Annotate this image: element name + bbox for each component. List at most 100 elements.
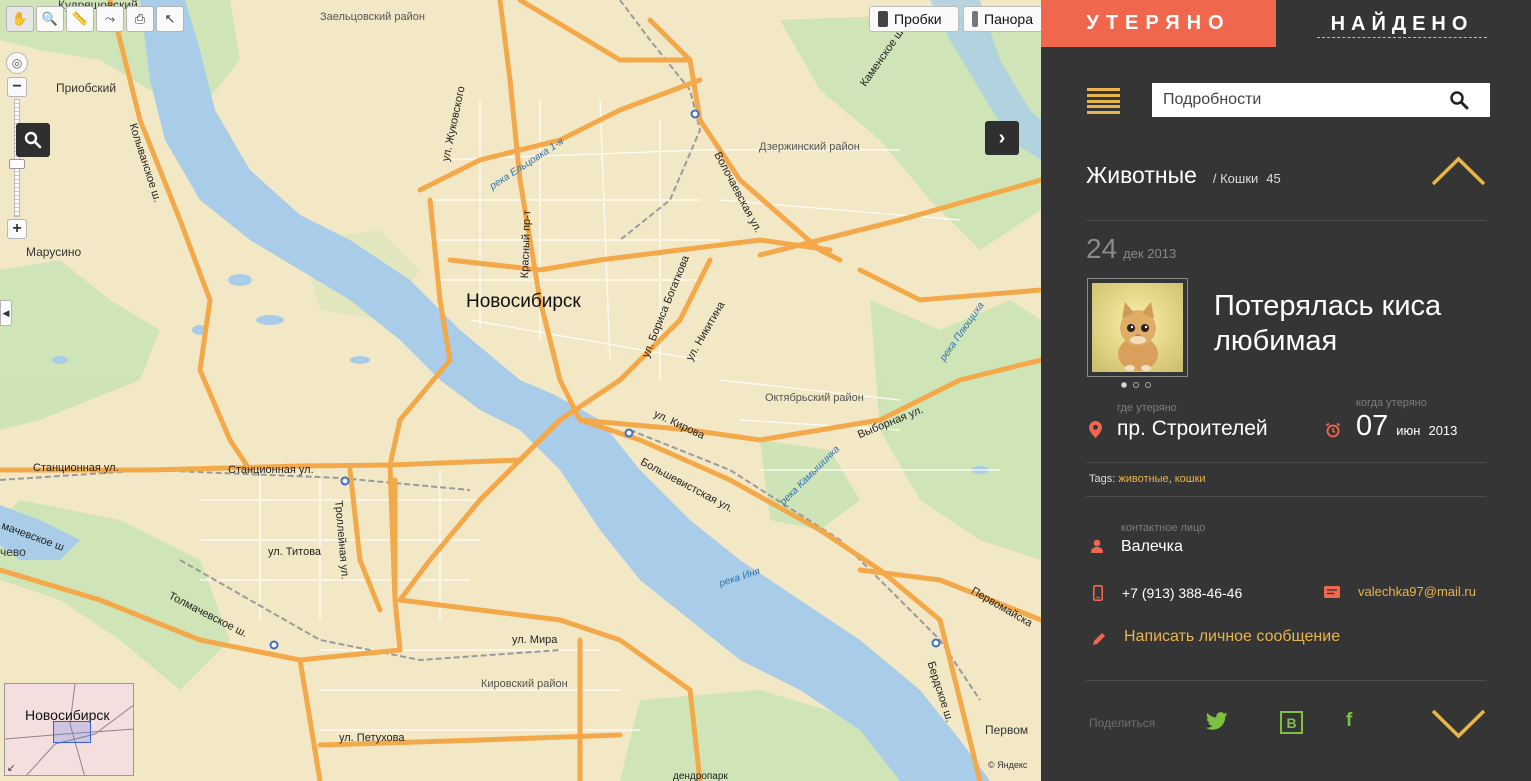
traffic-label: Пробки (894, 11, 942, 27)
street-label: ул. Мира (512, 634, 558, 646)
share-label: Поделиться (1089, 716, 1156, 730)
tag-link[interactable]: животные (1118, 473, 1168, 485)
details-panel: УТЕРЯНО НАЙДЕНО Животные / Кошки 45 24 д… (1041, 0, 1531, 781)
chevron-down-icon[interactable] (1431, 708, 1486, 740)
zoom-rail (14, 99, 20, 217)
map-toolbar: ✋ 🔍 📏 ⤳ ⎙ ↖ (6, 6, 184, 32)
divider (1086, 462, 1486, 463)
divider (1086, 496, 1486, 497)
street-label: дендропарк (673, 771, 728, 781)
divider (1086, 220, 1486, 221)
search-icon[interactable] (1442, 83, 1476, 117)
tabs: УТЕРЯНО НАЙДЕНО (1041, 0, 1531, 47)
post-date: 24 дек 2013 (1086, 233, 1176, 265)
panorama-button[interactable]: Панора (963, 6, 1041, 32)
settlement-label: Первом (985, 723, 1029, 737)
search-bar (1152, 83, 1490, 117)
location-pin-icon (1089, 421, 1102, 438)
map-view[interactable]: Заельцовский район Дзержинский район Окт… (0, 0, 1041, 781)
when-day: 07 (1356, 410, 1389, 442)
pager-dot[interactable] (1133, 382, 1139, 388)
alarm-clock-icon (1325, 422, 1341, 438)
category-count: 45 (1266, 171, 1281, 186)
city-label: Новосибирск (466, 291, 581, 312)
category-breadcrumb: Животные / Кошки 45 (1086, 162, 1281, 189)
tags-row: Tags: животные, кошки (1089, 473, 1206, 485)
street-label: Красный пр-т (519, 209, 534, 279)
email-link[interactable]: valechka97@mail.ru (1358, 584, 1476, 599)
district-label: Дзержинский район (759, 141, 860, 153)
panorama-icon (972, 11, 979, 27)
kitten-image (1092, 283, 1183, 372)
pager-dot[interactable] (1121, 382, 1127, 388)
search-icon (24, 131, 42, 149)
district-label: Заельцовский район (320, 11, 425, 23)
traffic-button[interactable]: Пробки (869, 6, 959, 32)
district-label: Октябрьский район (765, 392, 864, 404)
photo-pager (1121, 382, 1151, 388)
map-search-button[interactable] (16, 123, 50, 157)
locate-icon[interactable]: ◎ (6, 52, 28, 74)
tab-lost[interactable]: УТЕРЯНО (1041, 0, 1276, 47)
minimap-viewport[interactable] (53, 721, 91, 743)
panorama-label: Панора (984, 11, 1033, 27)
twitter-icon[interactable] (1206, 712, 1228, 730)
phone-icon (1093, 585, 1103, 601)
when-year: 2013 (1428, 423, 1458, 438)
email-icon (1324, 586, 1340, 598)
traffic-light-icon (878, 11, 888, 27)
when-label: когда утеряно (1356, 397, 1427, 409)
chevron-right-icon[interactable]: › (985, 121, 1019, 155)
tags-label: Tags: (1089, 473, 1116, 485)
subcategory[interactable]: / Кошки (1213, 171, 1258, 186)
contact-name: Валечка (1121, 538, 1183, 555)
settlement-label: Марусино (26, 245, 82, 259)
collapse-left-icon[interactable]: ◀ (0, 300, 12, 326)
street-label: Станционная ул. (33, 462, 119, 474)
zoom-slider[interactable] (7, 99, 27, 217)
ruler-icon[interactable]: 📏 (66, 6, 94, 32)
when-value: 07 июн 2013 (1356, 410, 1457, 443)
minimap[interactable]: Новосибирск ↙ (4, 683, 134, 776)
street-label: ул. Петухова (339, 732, 405, 744)
copyright[interactable]: © Яндекс (988, 760, 1027, 770)
magnifier-icon[interactable]: 🔍 (36, 6, 64, 32)
route-icon[interactable]: ⤳ (96, 6, 124, 32)
menu-icon[interactable] (1087, 88, 1120, 114)
where-label: где утеряно (1117, 402, 1177, 414)
zoom-knob[interactable] (9, 159, 25, 169)
phone-number[interactable]: +7 (913) 388-46-46 (1122, 585, 1242, 601)
pager-dot[interactable] (1145, 382, 1151, 388)
category-title[interactable]: Животные (1086, 162, 1197, 189)
kitten-illustration (1117, 302, 1158, 371)
vk-icon[interactable]: B (1280, 711, 1303, 734)
zoom-in-button[interactable]: + (7, 219, 27, 239)
district-label: Кировский район (481, 678, 568, 690)
print-icon[interactable]: ⎙ (126, 6, 154, 32)
post-date-month: дек 2013 (1123, 246, 1177, 261)
street-label: Станционная ул. (228, 464, 314, 476)
send-message-link[interactable]: Написать личное сообщение (1124, 628, 1340, 646)
when-month: июн (1396, 423, 1421, 438)
pet-photo[interactable] (1087, 278, 1188, 377)
facebook-icon[interactable]: f (1346, 710, 1352, 732)
minimap-resize-icon[interactable]: ↙ (7, 763, 15, 774)
search-input[interactable] (1152, 85, 1442, 115)
pencil-icon (1093, 633, 1105, 645)
street-label: ул. Титова (268, 546, 322, 558)
divider (1086, 680, 1486, 681)
post-date-day: 24 (1086, 233, 1118, 264)
settlement-label: Приобский (56, 81, 117, 95)
map-canvas[interactable] (0, 0, 1041, 781)
hand-icon[interactable]: ✋ (6, 6, 34, 32)
zoom-out-button[interactable]: − (7, 77, 27, 97)
tab-found[interactable]: НАЙДЕНО (1317, 12, 1487, 38)
post-title: Потерялась киса любимая (1214, 290, 1442, 357)
zoom-control: − + (7, 77, 27, 239)
cursor-icon[interactable]: ↖ (156, 6, 184, 32)
person-icon (1091, 539, 1103, 553)
chevron-up-icon[interactable] (1431, 155, 1486, 187)
contact-label: контактное лицо (1121, 522, 1206, 534)
settlement-label: чево (0, 545, 26, 559)
tag-link[interactable]: кошки (1175, 473, 1206, 485)
